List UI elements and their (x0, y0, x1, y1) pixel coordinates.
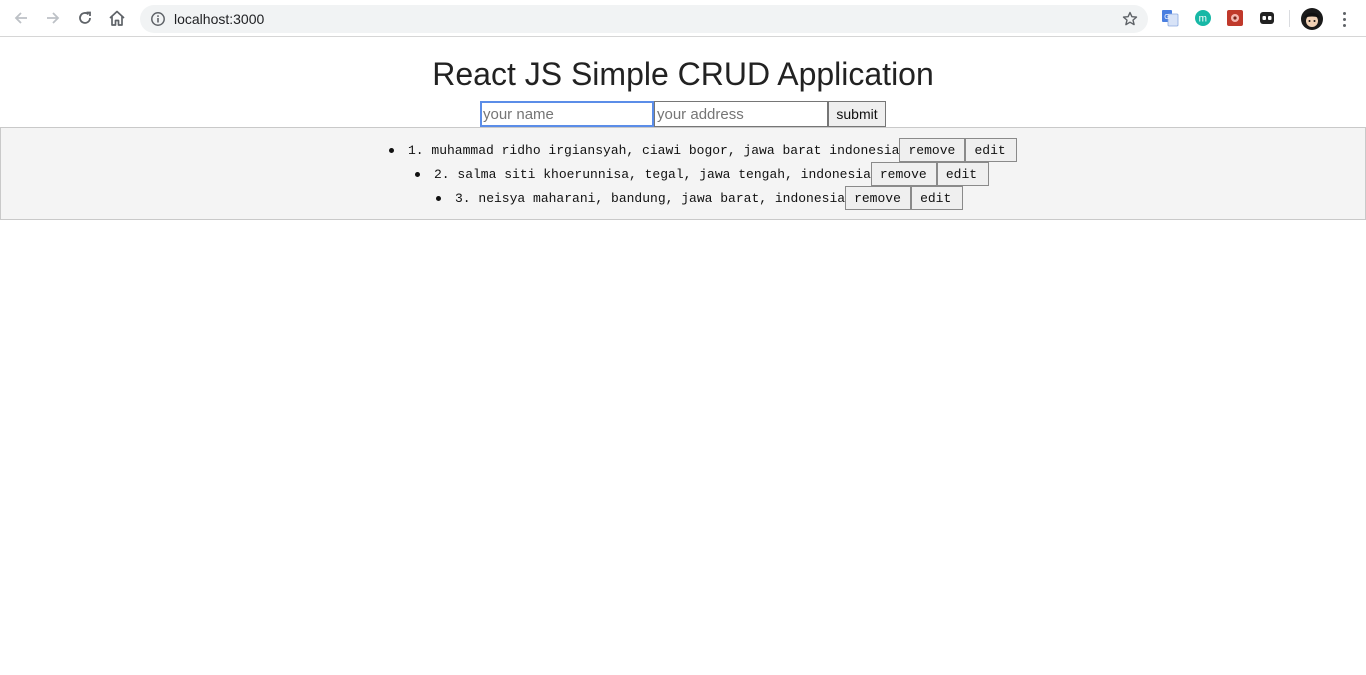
reload-icon (79, 11, 91, 24)
bookmark-star-icon[interactable] (1122, 11, 1138, 32)
red-extension-icon[interactable] (1226, 9, 1244, 27)
edit-button[interactable]: edit (965, 138, 1018, 162)
profile-avatar[interactable] (1301, 8, 1323, 30)
svg-text:m: m (1199, 14, 1207, 25)
toolbar-separator (1289, 10, 1290, 27)
list-item: 3. neisya maharani, bandung, jawa barat,… (436, 186, 964, 210)
browser-toolbar: localhost:3000 G m (0, 0, 1366, 37)
remove-button[interactable]: remove (899, 138, 966, 162)
url-text[interactable]: localhost:3000 (174, 11, 264, 27)
forward-button[interactable] (40, 5, 66, 31)
page-title: React JS Simple CRUD Application (432, 56, 934, 92)
info-icon[interactable] (150, 11, 166, 32)
translate-extension-icon[interactable]: G (1161, 9, 1179, 27)
back-button[interactable] (8, 5, 34, 31)
home-icon (109, 10, 125, 26)
reload-button[interactable] (72, 5, 98, 31)
edit-button[interactable]: edit (911, 186, 964, 210)
edit-button[interactable]: edit (936, 162, 989, 186)
bullet-icon (389, 147, 394, 153)
bullet-icon (415, 171, 420, 177)
address-bar[interactable]: localhost:3000 (140, 5, 1148, 33)
m-extension-icon[interactable]: m (1194, 9, 1212, 27)
people-list-panel: 1. muhammad ridho irgiansyah, ciawi bogo… (0, 127, 1366, 220)
arrow-left-icon (14, 12, 27, 24)
list-item-text: 2. salma siti khoerunnisa, tegal, jawa t… (434, 166, 871, 182)
list-item-text: 3. neisya maharani, bandung, jawa barat,… (455, 190, 846, 206)
submit-button[interactable]: submit (828, 101, 886, 127)
incognito-extension-icon[interactable] (1258, 9, 1276, 27)
name-input[interactable] (480, 101, 654, 127)
bullet-icon (436, 195, 441, 201)
list-item: 2. salma siti khoerunnisa, tegal, jawa t… (415, 162, 989, 186)
list-item-text: 1. muhammad ridho irgiansyah, ciawi bogo… (408, 142, 900, 158)
remove-button[interactable]: remove (845, 186, 912, 210)
arrow-right-icon (47, 12, 60, 24)
browser-menu-icon[interactable] (1336, 8, 1352, 30)
svg-text:G: G (1164, 14, 1169, 21)
add-person-form: submit (480, 101, 886, 127)
home-button[interactable] (104, 5, 130, 31)
list-item: 1. muhammad ridho irgiansyah, ciawi bogo… (389, 138, 1018, 162)
remove-button[interactable]: remove (870, 162, 937, 186)
address-input[interactable] (654, 101, 828, 127)
